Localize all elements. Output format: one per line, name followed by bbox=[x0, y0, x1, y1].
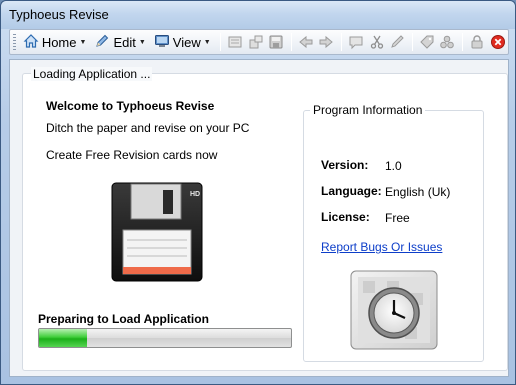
progress-label: Preparing to Load Application bbox=[38, 312, 209, 326]
group-icon[interactable] bbox=[437, 31, 458, 53]
view-dropdown-arrow-icon: ▼ bbox=[203, 38, 211, 46]
toolbar-separator bbox=[340, 33, 342, 51]
lock-icon[interactable] bbox=[467, 31, 488, 53]
window-title: Typhoeus Revise bbox=[9, 7, 109, 22]
toolbar-separator bbox=[290, 33, 292, 51]
version-label: Version: bbox=[321, 158, 369, 172]
cards-icon[interactable] bbox=[225, 31, 246, 53]
title-bar[interactable]: Typhoeus Revise bbox=[1, 1, 515, 29]
program-info-group: Program Information Version: 1.0 Languag… bbox=[303, 103, 484, 362]
loading-group: Loading Application ... Welcome to Typho… bbox=[22, 67, 508, 371]
edit-menu-label: Edit bbox=[113, 34, 136, 50]
tagline-text: Ditch the paper and revise on your PC bbox=[46, 121, 250, 135]
toolbar-grip[interactable] bbox=[13, 34, 16, 50]
progress-fill bbox=[39, 329, 87, 347]
toolbar-separator bbox=[411, 33, 413, 51]
scissors-icon[interactable] bbox=[366, 31, 387, 53]
floppy-hd-badge: HD bbox=[190, 191, 200, 198]
language-label: Language: bbox=[321, 184, 382, 198]
close-icon[interactable] bbox=[487, 31, 508, 53]
home-menu-button[interactable]: Home ▼ bbox=[20, 31, 90, 53]
comment-icon[interactable] bbox=[346, 31, 367, 53]
welcome-heading: Welcome to Typhoeus Revise bbox=[46, 99, 215, 113]
edit-menu-button[interactable]: Edit ▼ bbox=[91, 31, 148, 53]
create-cards-text: Create Free Revision cards now bbox=[46, 148, 218, 162]
home-dropdown-arrow-icon: ▼ bbox=[79, 38, 87, 46]
loading-progress-bar bbox=[38, 328, 292, 348]
loading-group-title: Loading Application ... bbox=[31, 67, 153, 81]
back-arrow-icon[interactable] bbox=[296, 31, 317, 53]
clock-icon bbox=[349, 269, 441, 356]
new-card-icon[interactable] bbox=[245, 31, 266, 53]
version-value: 1.0 bbox=[385, 159, 402, 173]
content-panel: Loading Application ... Welcome to Typho… bbox=[9, 59, 509, 377]
license-value: Free bbox=[385, 211, 410, 225]
floppy-disk-icon: HD bbox=[111, 182, 203, 285]
save-icon[interactable] bbox=[266, 31, 287, 53]
home-menu-label: Home bbox=[41, 34, 77, 50]
view-icon bbox=[154, 33, 170, 52]
toolbar: Home ▼ Edit ▼ View ▼ bbox=[9, 29, 509, 55]
view-menu-button[interactable]: View ▼ bbox=[151, 31, 214, 53]
home-icon bbox=[23, 33, 39, 52]
program-info-title: Program Information bbox=[310, 103, 426, 117]
app-window: Typhoeus Revise Home ▼ Edit ▼ View ▼ Loa… bbox=[0, 0, 516, 385]
toolbar-separator bbox=[219, 33, 221, 51]
tag-icon[interactable] bbox=[417, 31, 438, 53]
view-menu-label: View bbox=[172, 34, 201, 50]
toolbar-separator bbox=[461, 33, 463, 51]
report-bugs-link[interactable]: Report Bugs Or Issues bbox=[321, 240, 442, 254]
forward-arrow-icon[interactable] bbox=[316, 31, 337, 53]
language-value: English (Uk) bbox=[385, 185, 451, 199]
license-label: License: bbox=[321, 210, 370, 224]
edit-dropdown-arrow-icon: ▼ bbox=[138, 38, 146, 46]
pen-icon[interactable] bbox=[387, 31, 408, 53]
edit-icon bbox=[94, 33, 110, 52]
